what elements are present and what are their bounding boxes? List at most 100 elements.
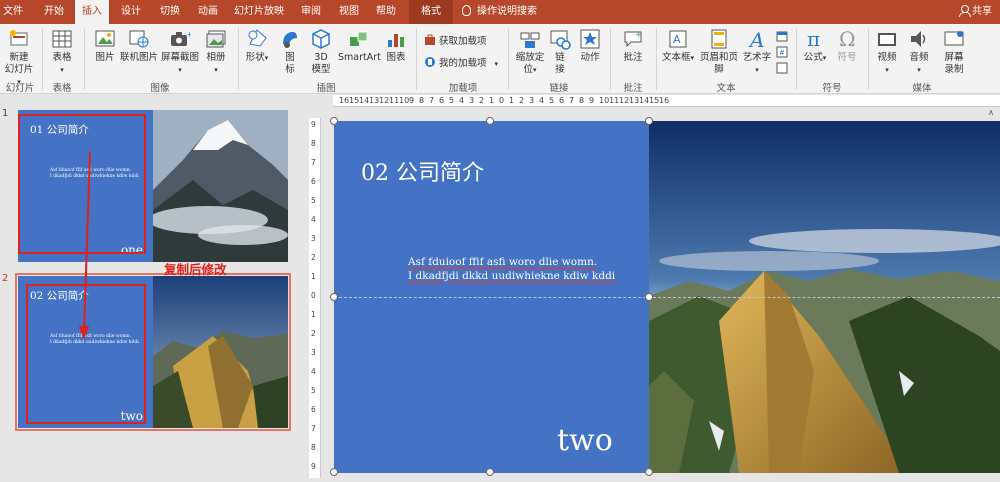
ruler-tick-label: 4: [539, 96, 545, 105]
ruler-tick-label: 10: [599, 96, 610, 105]
ruler-tick-label: 4: [311, 215, 316, 224]
tab-format[interactable]: 格式: [409, 0, 453, 24]
3d-models-label: 3D 模型: [311, 52, 331, 75]
ruler-tick-label: 8: [419, 96, 425, 105]
get-addins-button[interactable]: 获取加载项: [424, 34, 487, 48]
ruler-tick-label: 11: [609, 96, 620, 105]
symbol-button[interactable]: Ω 符号: [832, 28, 862, 64]
video-icon: [878, 33, 896, 46]
ruler-tick-label: 12: [619, 96, 630, 105]
slide-number-icon[interactable]: #: [776, 46, 788, 58]
copy-arrow-icon: [79, 151, 91, 340]
wordart-button[interactable]: A 艺术字▾: [742, 28, 772, 76]
ruler-tick-label: 4: [459, 96, 465, 105]
link-button[interactable]: 链 接: [548, 28, 572, 76]
ruler-tick-label: 1: [509, 96, 515, 105]
slide-body-text[interactable]: Asf fduioof ffif asfi woro dlie womn. I d…: [408, 255, 615, 283]
ruler-tick-label: 9: [589, 96, 595, 105]
screen-recording-label: 屏幕 录制: [944, 52, 964, 75]
group-symbols-label: 符号: [822, 83, 842, 94]
equation-button[interactable]: π 公式▾: [800, 28, 830, 64]
smartart-button[interactable]: SmartArt: [338, 28, 381, 64]
omega-icon: Ω: [839, 28, 856, 50]
annotation-label: 复制后修改: [164, 262, 227, 277]
3d-models-button[interactable]: 3D 模型: [306, 28, 336, 76]
ruler-tick-label: 0: [499, 96, 505, 105]
video-button[interactable]: 视频 ▾: [872, 28, 902, 76]
ruler-tick-label: 10: [399, 96, 410, 105]
ruler-tick-label: 1: [311, 310, 316, 319]
slide-title[interactable]: 02 公司简介: [361, 155, 484, 187]
resize-handle[interactable]: [645, 468, 653, 476]
group-divider: [656, 28, 657, 90]
resize-handle[interactable]: [486, 468, 494, 476]
ruler-tick-label: 8: [579, 96, 585, 105]
comment-button[interactable]: + 批注: [616, 28, 650, 64]
audio-button[interactable]: 音频 ▾: [904, 28, 934, 76]
resize-handle[interactable]: [645, 117, 653, 125]
svg-text:A: A: [673, 33, 681, 46]
svg-text:#: #: [779, 49, 785, 57]
equation-label: 公式: [803, 52, 823, 63]
ruler-tick-label: 2: [519, 96, 525, 105]
group-media-label: 媒体: [912, 83, 932, 94]
group-text-label: 文本: [716, 83, 736, 94]
action-button[interactable]: 动作: [576, 28, 604, 64]
group-divider: [508, 28, 509, 90]
collapse-ribbon-icon[interactable]: ∧: [988, 108, 994, 117]
group-divider: [868, 28, 869, 90]
resize-handle[interactable]: [486, 117, 494, 125]
ruler-tick-label: 1: [489, 96, 495, 105]
ruler-tick-label: 5: [311, 386, 316, 395]
resize-handle[interactable]: [330, 293, 338, 301]
ruler-tick-label: 9: [311, 462, 316, 471]
object-icon[interactable]: [776, 62, 788, 74]
zoom-label: 缩放定 位: [515, 52, 545, 75]
slide-footer-text[interactable]: two: [557, 423, 613, 458]
video-label: 视频: [877, 52, 897, 63]
ruler-tick-label: 11: [389, 96, 400, 105]
tab-view[interactable]: 视图: [334, 0, 364, 24]
ruler-tick-label: 7: [569, 96, 575, 105]
textbox-label: 文本框: [661, 52, 691, 63]
resize-handle[interactable]: [330, 117, 338, 125]
my-addins-button[interactable]: 我的加载项 ▾: [424, 56, 498, 70]
share-button[interactable]: 共享: [959, 0, 992, 24]
comment-label: 批注: [623, 52, 643, 63]
my-addins-icon: [425, 57, 435, 67]
ruler-tick-label: 8: [311, 139, 316, 148]
ruler-tick-label: 6: [439, 96, 445, 105]
ruler-tick-label: 13: [629, 96, 640, 105]
chart-button[interactable]: 图表: [382, 28, 410, 64]
ruler-tick-label: 14: [639, 96, 650, 105]
tell-me-search[interactable]: 操作说明搜索: [462, 0, 537, 24]
ruler-tick-label: 9: [409, 96, 415, 105]
header-footer-icon: [711, 29, 727, 49]
date-time-icon[interactable]: [776, 30, 788, 42]
ruler-tick-label: 5: [549, 96, 555, 105]
zoom-button[interactable]: 缩放定 位▾: [512, 28, 548, 76]
group-addins-label: 加载项: [448, 83, 478, 94]
zoom-icon: [520, 32, 540, 48]
tab-review[interactable]: 审阅: [296, 0, 326, 24]
ruler-tick-label: 0: [311, 291, 316, 300]
tab-help[interactable]: 帮助: [371, 0, 401, 24]
ruler-tick-label: 12: [379, 96, 390, 105]
header-footer-button[interactable]: 页眉和页脚: [696, 28, 742, 76]
ruler-tick-label: 13: [369, 96, 380, 105]
textbox-button[interactable]: A 文本框▾: [660, 28, 696, 64]
screen-recording-button[interactable]: 屏幕 录制: [936, 28, 972, 76]
resize-handle[interactable]: [645, 293, 653, 301]
ruler-tick-label: 3: [311, 348, 316, 357]
ruler-tick-label: 14: [359, 96, 370, 105]
ruler-tick-label: 2: [311, 253, 316, 262]
get-addins-label: 获取加载项: [439, 36, 487, 47]
slide-canvas[interactable]: 02 公司简介 Asf fduioof ffif asfi woro dlie …: [330, 117, 1000, 476]
group-divider: [796, 28, 797, 90]
resize-handle[interactable]: [330, 468, 338, 476]
group-divider: [610, 28, 611, 90]
ruler-tick-label: 6: [559, 96, 565, 105]
svg-text:π: π: [807, 28, 820, 50]
ruler-tick-label: 3: [311, 234, 316, 243]
smartart-label: SmartArt: [338, 52, 381, 63]
